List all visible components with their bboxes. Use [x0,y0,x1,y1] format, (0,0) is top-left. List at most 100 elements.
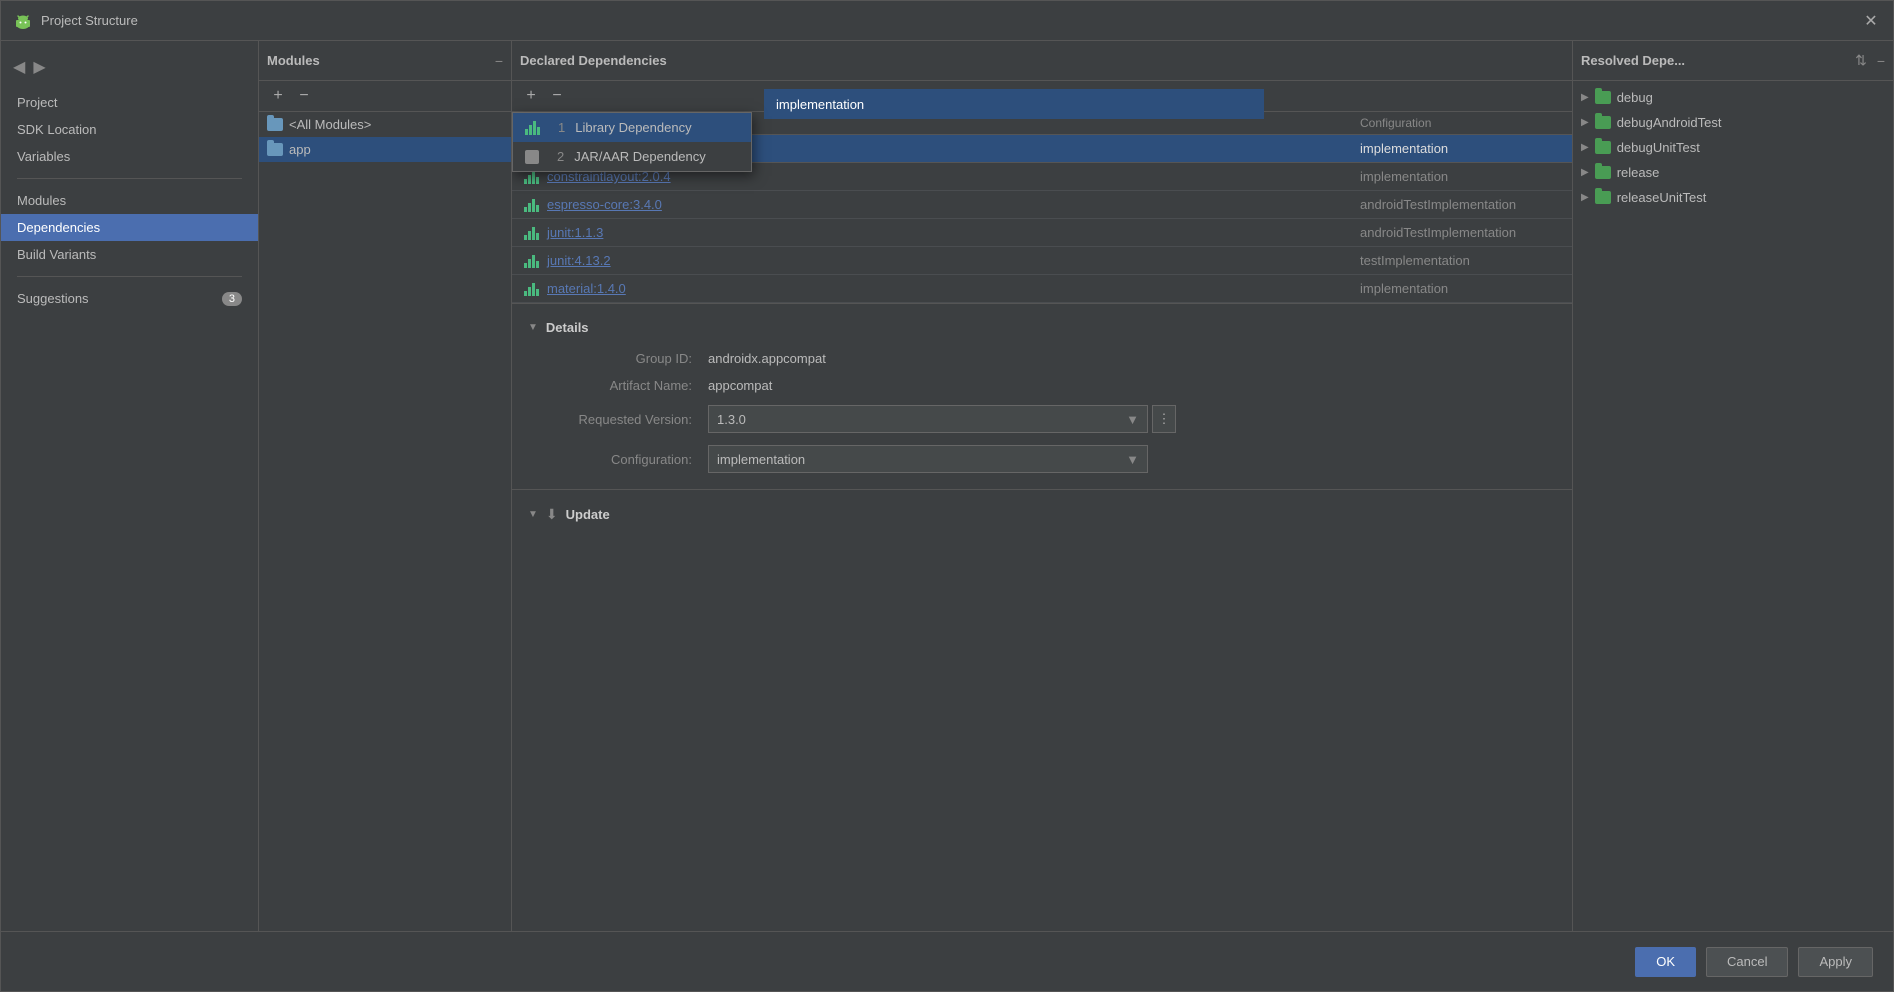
main-content: ◀ ▶ Project SDK Location Variables Modul… [1,41,1893,931]
dep-panel-title: Declared Dependencies [520,53,1564,68]
folder-debugunittest-icon [1595,141,1611,154]
sidebar-item-build-variants[interactable]: Build Variants [1,241,258,268]
option-num-1: 1 [558,120,565,135]
resolved-panel-title: Resolved Depe... [1581,53,1845,68]
modules-panel-title: Modules [267,53,485,68]
version-label: Requested Version: [552,412,692,427]
details-title: Details [546,320,589,335]
version-select-value: 1.3.0 [717,412,1126,427]
details-header: ▼ Details [528,320,1556,335]
update-download-icon: ⬇ [546,506,558,523]
resolved-list: ▶ debug ▶ debugAndroidTest ▶ debugUnitTe… [1573,81,1893,931]
sidebar-item-suggestions[interactable]: Suggestions 3 [1,285,258,312]
dep-config-appcompat: implementation [1360,141,1560,156]
resolved-resize-button2[interactable]: − [1877,53,1885,69]
form-row-group-id: Group ID: androidx.appcompat [552,351,1556,366]
jar-dep-icon [525,150,539,164]
nav-forward-button[interactable]: ▶ [33,57,45,77]
dep-name-junit4: junit:4.13.2 [547,253,1360,268]
resolved-item-debugunittest[interactable]: ▶ debugUnitTest [1573,135,1893,160]
modules-panel-header: Modules − [259,41,511,81]
sidebar-item-sdk-location[interactable]: SDK Location [1,116,258,143]
close-button[interactable]: ✕ [1861,11,1881,31]
config-label: Configuration: [552,452,692,467]
dep-icon-espresso [524,198,539,212]
artifact-name-label: Artifact Name: [552,378,692,393]
chevron-debugunittest-icon: ▶ [1581,142,1589,153]
sidebar-item-project[interactable]: Project [1,89,258,116]
artifact-name-value: appcompat [708,378,772,393]
resolved-item-release[interactable]: ▶ release [1573,160,1893,185]
dep-config-material: implementation [1360,281,1560,296]
resolved-label-debug: debug [1617,90,1653,105]
chevron-releaseunittest-icon: ▶ [1581,192,1589,203]
version-select-arrow-icon: ▼ [1126,412,1139,427]
suggestions-badge: 3 [222,292,242,306]
dep-library-option[interactable]: 1 Library Dependency [513,113,751,142]
version-extra-button[interactable]: ⋮ [1152,405,1176,433]
resolved-item-debug[interactable]: ▶ debug [1573,85,1893,110]
nav-back-button[interactable]: ◀ [13,57,25,77]
modules-toolbar: + − [259,81,511,112]
folder-release-icon [1595,166,1611,179]
dep-row-material[interactable]: material:1.4.0 implementation [512,275,1572,303]
dep-icon-junit4 [524,254,539,268]
dep-row-junit4[interactable]: junit:4.13.2 testImplementation [512,247,1572,275]
module-item-all[interactable]: <All Modules> [259,112,511,137]
update-section: ▼ ⬇ Update [512,489,1572,539]
form-row-version: Requested Version: 1.3.0 ▼ ⋮ [552,405,1556,433]
folder-debug-icon [1595,91,1611,104]
dep-add-dropdown: 1 Library Dependency 2 JAR/AAR Dependenc… [512,112,752,172]
config-select-arrow-icon: ▼ [1126,452,1139,467]
config-select-value: implementation [717,452,1126,467]
chevron-debug-icon: ▶ [1581,92,1589,103]
resolved-item-releaseunittest[interactable]: ▶ releaseUnitTest [1573,185,1893,210]
dep-jar-option[interactable]: 2 JAR/AAR Dependency [513,142,751,171]
version-select[interactable]: 1.3.0 ▼ [708,405,1148,433]
resolved-resize-button1[interactable]: ⇅ [1855,52,1867,69]
dep-name-espresso: espresso-core:3.4.0 [547,197,1360,212]
module-label-app: app [289,142,311,157]
sidebar-item-dependencies[interactable]: Dependencies [1,214,258,241]
details-collapse-icon[interactable]: ▼ [528,322,538,333]
resolved-item-debugandroidtest[interactable]: ▶ debugAndroidTest [1573,110,1893,135]
project-structure-dialog: Project Structure ✕ ◀ ▶ Project SDK Loca… [0,0,1894,992]
dep-config-header: Configuration [1360,116,1560,130]
dep-config-junit1: androidTestImplementation [1360,225,1560,240]
module-label-all: <All Modules> [289,117,371,132]
config-select[interactable]: implementation ▼ [708,445,1148,473]
option-num-2: 2 [557,149,564,164]
cancel-button[interactable]: Cancel [1706,947,1788,977]
folder-icon-app [267,143,283,156]
version-select-container: 1.3.0 ▼ ⋮ [708,405,1176,433]
modules-remove-button[interactable]: − [293,85,315,107]
dependencies-panel: Declared Dependencies + − [512,41,1573,931]
config-selected-header: implementation [764,112,1264,119]
dep-config-constraintlayout: implementation [1360,169,1560,184]
modules-add-button[interactable]: + [267,85,289,107]
update-collapse-icon[interactable]: ▼ [528,509,538,520]
modules-panel: Modules − + − <All Modules> app [259,41,512,931]
title-bar: Project Structure ✕ [1,1,1893,41]
dep-add-button[interactable]: + [520,85,542,107]
app-icon [13,11,33,31]
resolved-panel: Resolved Depe... ⇅ − ▶ debug ▶ debugAndr… [1573,41,1893,931]
sidebar-item-variables[interactable]: Variables [1,143,258,170]
ok-button[interactable]: OK [1635,947,1696,977]
dep-remove-button[interactable]: − [546,85,568,107]
dep-icon-junit1 [524,226,539,240]
resolved-label-debugandroidtest: debugAndroidTest [1617,115,1722,130]
sidebar-item-modules[interactable]: Modules [1,187,258,214]
group-id-label: Group ID: [552,351,692,366]
apply-button[interactable]: Apply [1798,947,1873,977]
dep-row-junit1[interactable]: junit:1.1.3 androidTestImplementation [512,219,1572,247]
folder-icon-all [267,118,283,131]
modules-resize-button[interactable]: − [495,53,503,69]
dep-config-espresso: androidTestImplementation [1360,197,1560,212]
jar-dep-label: JAR/AAR Dependency [574,149,706,164]
module-item-app[interactable]: app [259,137,511,162]
resolved-label-release: release [1617,165,1660,180]
resolved-panel-header: Resolved Depe... ⇅ − [1573,41,1893,81]
resolved-label-debugunittest: debugUnitTest [1617,140,1700,155]
dep-row-espresso[interactable]: espresso-core:3.4.0 androidTestImplement… [512,191,1572,219]
